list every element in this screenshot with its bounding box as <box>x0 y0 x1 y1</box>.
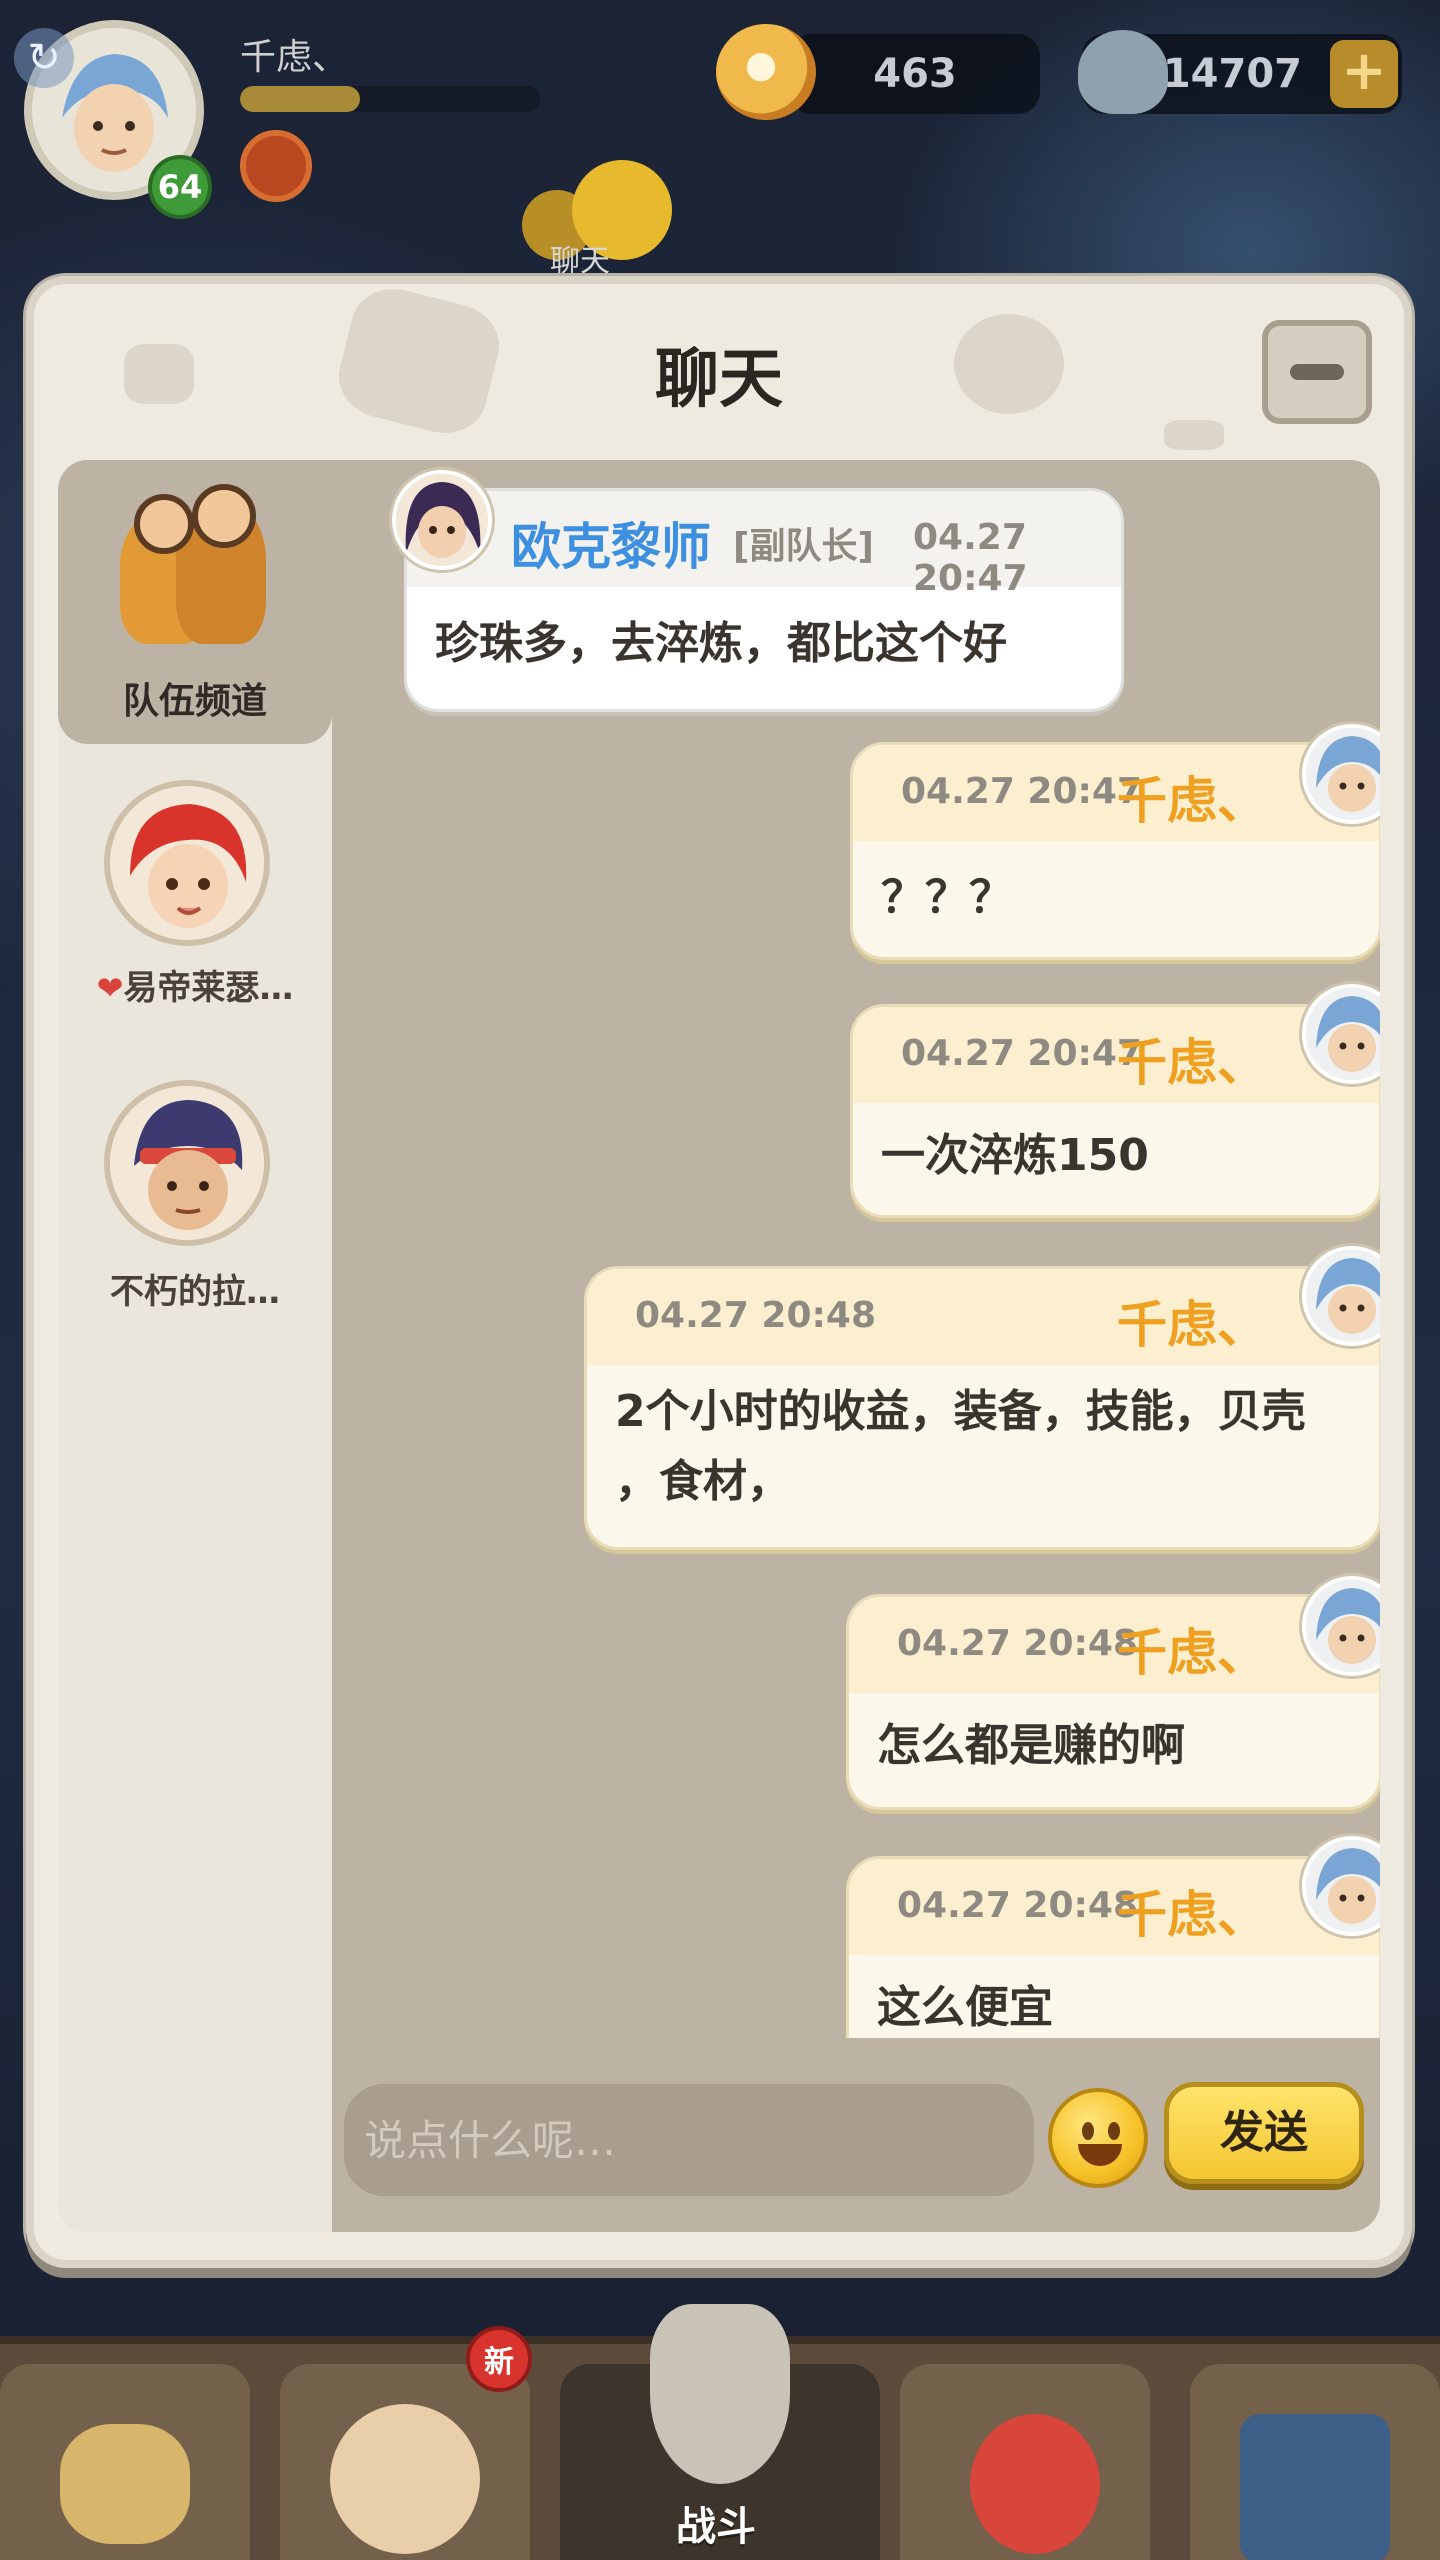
message-text: 这么便宜 <box>877 1982 1053 2033</box>
red-hair-character-icon <box>110 786 264 940</box>
headband-character-icon <box>110 1086 264 1240</box>
message-text: 怎么都是赚的啊 <box>877 1720 1185 1771</box>
channel-sidebar: 队伍频道 ❤易帝莱瑟… 不朽的拉… <box>58 460 332 2232</box>
message-time: 04.27 20:47 <box>901 771 1142 812</box>
message-bubble: 04.27 20:48 千虑、 2个小时的收益，装备，技能，贝壳 ，食材， <box>584 1266 1380 1550</box>
heart-icon: ❤ <box>96 969 124 1007</box>
exp-bar <box>240 86 540 112</box>
level-badge: 64 <box>148 155 212 219</box>
message-sender: 欧克黎师 <box>511 518 711 576</box>
sender-avatar[interactable] <box>392 470 492 570</box>
chat-input[interactable] <box>344 2084 1034 2196</box>
tab-contact-2[interactable]: 不朽的拉… <box>58 1080 332 1312</box>
team-channel-icon <box>120 484 270 644</box>
battle-axe-icon <box>650 2304 790 2484</box>
message-bubble: 04.27 20:48 千虑、 怎么都是赚的啊 <box>846 1594 1380 1810</box>
top-hud: ↻ 64 千虑、 463 14707 + 聊天 <box>0 0 1440 280</box>
new-badge: 新 <box>466 2326 532 2392</box>
pet-dino-icon <box>970 2414 1100 2554</box>
blue-hair-character-icon <box>1306 1840 1380 1932</box>
message-text: 2个小时的收益，装备，技能，贝壳 ，食材， <box>615 1377 1351 1517</box>
shell-count: 14707 <box>1162 51 1302 97</box>
message-sender: 千虑、 <box>1117 1296 1267 1354</box>
contact-avatar <box>104 780 270 946</box>
contact-avatar <box>104 1080 270 1246</box>
chat-panel: 队伍频道 ❤易帝莱瑟… 不朽的拉… 欧克黎师 [副队长] 04.27 20:47… <box>58 460 1380 2232</box>
message-text: 一次淬炼150 <box>881 1130 1149 1181</box>
blue-hair-character-icon <box>1306 1580 1380 1672</box>
chat-icon-label: 聊天 <box>550 244 610 279</box>
tab-team-channel[interactable]: 队伍频道 <box>58 460 332 744</box>
nav-item-portal[interactable] <box>1190 2344 1440 2560</box>
pearl-count: 463 <box>873 51 957 97</box>
message-time: 04.27 20:47 <box>901 1033 1142 1074</box>
exp-bar-fill <box>240 86 360 112</box>
pearl-counter: 463 <box>790 34 1040 114</box>
message-sender: 千虑、 <box>1117 1624 1267 1682</box>
message-text-line: 2个小时的收益，装备，技能，贝壳 <box>615 1386 1306 1437</box>
nav-item-pet[interactable] <box>900 2344 1150 2560</box>
message-bubble: 04.27 20:48 千虑、 这么便宜 <box>846 1856 1380 2038</box>
message-time: 04.27 20:47 <box>913 517 1028 599</box>
chat-modal: 聊天 队伍频道 ❤易帝莱瑟… 不朽的拉… 欧克黎师 [副队长] 04.27 20… <box>26 276 1412 2268</box>
message-role: [副队长] <box>733 526 874 567</box>
message-list[interactable]: 欧克黎师 [副队长] 04.27 20:47 珍珠多，去淬炼，都比这个好 04.… <box>332 460 1380 2038</box>
minimize-button[interactable] <box>1262 320 1372 424</box>
purple-hair-character-icon <box>396 474 488 566</box>
contact-name: ❤易帝莱瑟… <box>96 968 294 1008</box>
message-text-line: ，食材， <box>615 1456 791 1507</box>
straw-hut-icon <box>60 2424 190 2544</box>
message-bubble: 04.27 20:47 千虑、 ？？？ <box>850 742 1380 960</box>
refresh-icon[interactable]: ↻ <box>14 28 74 88</box>
blue-hair-character-icon <box>1306 988 1380 1080</box>
message-text: ？？？ <box>881 872 1013 923</box>
blue-hair-character-icon <box>1306 728 1380 820</box>
message-time: 04.27 20:48 <box>635 1295 876 1336</box>
tab-contact-1[interactable]: ❤易帝莱瑟… <box>58 780 332 1008</box>
battle-label: 战斗 <box>676 2504 756 2550</box>
chat-input-bar: 发送 <box>332 2038 1380 2232</box>
minus-icon <box>1290 364 1344 380</box>
send-button[interactable]: 发送 <box>1164 2082 1364 2184</box>
message-bubble: 04.27 20:47 千虑、 一次淬炼150 <box>850 1004 1380 1218</box>
portal-gate-icon <box>1240 2414 1390 2560</box>
channel-label: 队伍频道 <box>122 681 267 722</box>
contact-name: 不朽的拉… <box>110 1272 280 1312</box>
message-time: 04.27 20:48 <box>897 1885 1138 1926</box>
add-currency-button[interactable]: + <box>1330 40 1398 108</box>
message-bubble: 欧克黎师 [副队长] 04.27 20:47 珍珠多，去淬炼，都比这个好 <box>404 488 1124 712</box>
nav-item-tribe[interactable] <box>0 2344 250 2560</box>
pearl-icon <box>716 24 816 120</box>
hero-face-icon <box>330 2404 480 2554</box>
message-sender: 千虑、 <box>1117 1034 1267 1092</box>
decor-stone-shape <box>1164 420 1224 450</box>
message-sender: 千虑、 <box>1117 1886 1267 1944</box>
shell-icon <box>1078 30 1168 114</box>
player-name: 千虑、 <box>240 37 349 78</box>
message-time: 04.27 20:48 <box>897 1623 1138 1664</box>
emoji-button[interactable] <box>1048 2088 1148 2188</box>
blue-hair-character-icon <box>1306 1250 1380 1342</box>
message-text: 珍珠多，去淬炼，都比这个好 <box>435 618 1007 669</box>
message-sender: 千虑、 <box>1117 772 1267 830</box>
modal-title: 聊天 <box>655 343 783 417</box>
buff-icon[interactable] <box>240 130 312 202</box>
